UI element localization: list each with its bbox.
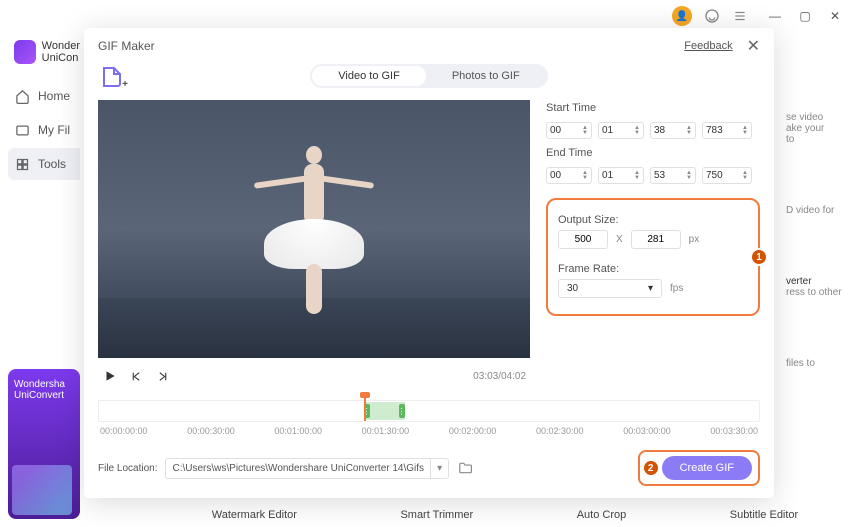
promo-graphic [12,465,72,515]
folder-icon [14,122,30,138]
support-icon[interactable] [704,8,720,24]
nav-tools[interactable]: Tools [8,148,80,180]
feedback-link[interactable]: Feedback [684,40,732,52]
add-file-button[interactable]: + [98,62,126,90]
video-column: 03:03/04:02 [98,100,530,396]
settings-column: Start Time 00▲▼ 01▲▼ 38▲▼ 783▲▼ End Time… [546,100,760,396]
tool-watermark[interactable]: Watermark Editor [212,509,297,521]
nav-label: My Fil [38,123,70,137]
promo-text-2: UniConvert [14,390,74,401]
menu-icon[interactable] [732,8,748,24]
end-time-label: End Time [546,147,760,159]
browse-folder-button[interactable] [457,460,473,476]
frame-rate-label: Frame Rate: [558,263,748,275]
window-controls: — ▢ ✕ [768,9,842,23]
background-cards: se videoake yourto D video for verterres… [780,92,850,389]
modal-close-icon[interactable]: ✕ [747,36,760,56]
end-ms[interactable]: 750▲▼ [702,167,752,184]
create-gif-highlight: 2 Create GIF [638,450,760,486]
tool-autocrop[interactable]: Auto Crop [577,509,627,521]
dimension-x: X [616,234,623,245]
modal-title: GIF Maker [98,39,155,53]
timeline-ruler: 00:00:00:00 00:00:30:00 00:01:00:00 00:0… [98,426,760,436]
start-s[interactable]: 38▲▼ [650,122,696,139]
video-preview[interactable] [98,100,530,358]
app-name-1: Wonder [42,40,80,52]
timeline-clip[interactable] [364,402,405,420]
plus-icon: + [122,79,128,90]
end-h[interactable]: 00▲▼ [546,167,592,184]
path-dropdown-icon[interactable]: ▾ [430,459,448,478]
time-display: 03:03/04:02 [473,371,526,382]
clip-handle-right[interactable] [399,404,405,418]
start-ms[interactable]: 783▲▼ [702,122,752,139]
nav-home[interactable]: Home [8,80,80,112]
end-m[interactable]: 01▲▼ [598,167,644,184]
modal-top: + Video to GIF Photos to GIF [84,60,774,100]
create-gif-button[interactable]: Create GIF [662,456,752,480]
video-frame-content [244,124,384,324]
next-button[interactable] [154,368,170,384]
callout-badge-2: 2 [642,459,660,477]
file-location-label: File Location: [98,463,157,474]
start-m[interactable]: 01▲▼ [598,122,644,139]
end-s[interactable]: 53▲▼ [650,167,696,184]
close-button[interactable]: ✕ [828,9,842,23]
output-width-input[interactable] [558,230,608,249]
gif-maker-modal: GIF Maker Feedback ✕ + Video to GIF Phot… [84,28,774,498]
output-height-input[interactable] [631,230,681,249]
tab-video-to-gif[interactable]: Video to GIF [312,66,426,86]
logo-icon [14,40,36,64]
start-time-row: 00▲▼ 01▲▼ 38▲▼ 783▲▼ [546,122,760,139]
play-button[interactable] [102,368,118,384]
timeline: 00:00:00:00 00:00:30:00 00:01:00:00 00:0… [84,396,774,442]
user-icon: 👤 [676,11,688,22]
app-name-2: UniCon [42,52,80,64]
avatar[interactable]: 👤 [672,6,692,26]
chevron-down-icon: ▾ [648,283,653,294]
nav-label: Tools [38,157,66,171]
tab-photos-to-gif[interactable]: Photos to GIF [426,66,546,86]
start-time-label: Start Time [546,102,760,114]
bottom-tools: Watermark Editor Smart Trimmer Auto Crop… [160,509,850,521]
file-path-box: C:\Users\ws\Pictures\Wondershare UniConv… [165,458,449,479]
output-size-label: Output Size: [558,214,748,226]
tool-trimmer[interactable]: Smart Trimmer [400,509,473,521]
mode-tabs: Video to GIF Photos to GIF [310,64,547,88]
minimize-button[interactable]: — [768,9,782,23]
player-controls: 03:03/04:02 [98,362,530,390]
tools-icon [14,156,30,172]
modal-header: GIF Maker Feedback ✕ [84,28,774,60]
end-time-row: 00▲▼ 01▲▼ 53▲▼ 750▲▼ [546,167,760,184]
output-settings-highlight: Output Size: X px Frame Rate: 30 ▾ fps 1 [546,198,760,316]
maximize-button[interactable]: ▢ [798,9,812,23]
fps-unit: fps [670,283,683,294]
start-h[interactable]: 00▲▼ [546,122,592,139]
file-path-text: C:\Users\ws\Pictures\Wondershare UniConv… [166,459,430,478]
nav-myfiles[interactable]: My Fil [8,114,80,146]
promo-text-1: Wondersha [14,379,74,390]
modal-footer: File Location: C:\Users\ws\Pictures\Wond… [84,442,774,498]
app-logo: Wonder UniCon [8,40,80,64]
px-unit: px [689,234,700,245]
timeline-track[interactable] [98,400,760,422]
nav-label: Home [38,89,70,103]
prev-button[interactable] [128,368,144,384]
promo-card[interactable]: Wondersha UniConvert [8,369,80,519]
timeline-playhead[interactable] [364,397,366,421]
tool-subtitle[interactable]: Subtitle Editor [730,509,798,521]
frame-rate-select[interactable]: 30 ▾ [558,279,662,298]
home-icon [14,88,30,104]
callout-badge-1: 1 [750,248,768,266]
